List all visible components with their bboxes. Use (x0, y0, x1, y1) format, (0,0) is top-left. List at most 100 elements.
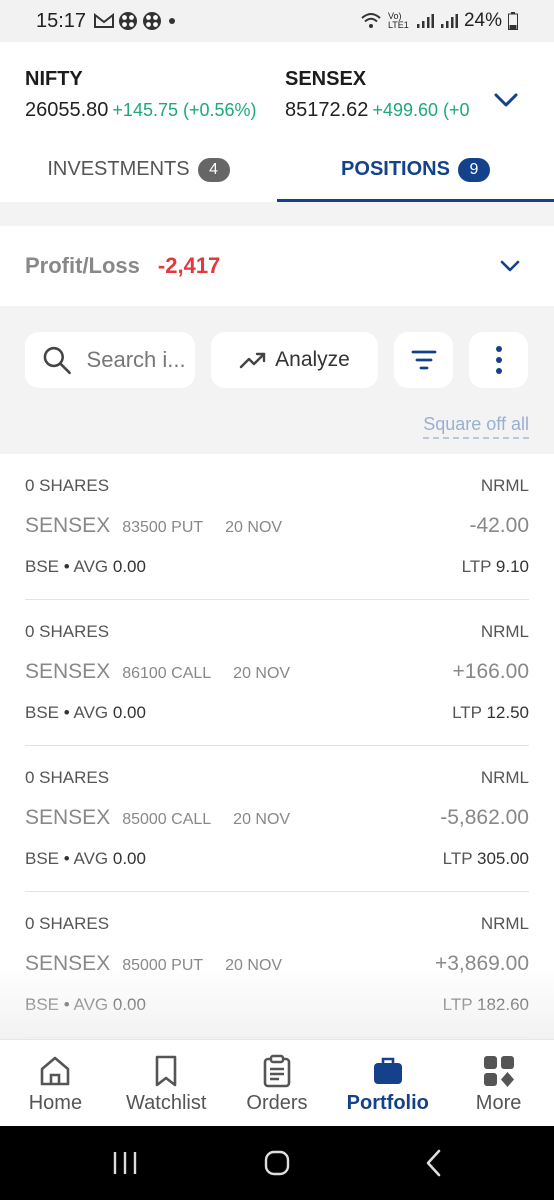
position-avg: 0.00 (112, 703, 146, 722)
nav-label: Orders (246, 1092, 308, 1114)
nav-label: Home (28, 1092, 83, 1114)
position-ltp: 182.60 (477, 995, 529, 1014)
back-icon[interactable] (420, 1148, 450, 1178)
position-expiry: 20 NOV (233, 665, 291, 682)
position-pnl: +166.00 (452, 660, 530, 683)
position-product: NRML (480, 914, 529, 933)
position-shares: 0 SHARES (25, 476, 110, 495)
trending-up-icon (239, 352, 266, 369)
position-ltp-label: LTP (442, 849, 473, 868)
position-exchange: BSE (25, 557, 60, 576)
nav-watchlist[interactable]: Watchlist (111, 1040, 222, 1126)
status-time: 15:17 (36, 9, 87, 32)
position-row[interactable]: 0 SHARES NRML SENSEX 83500 PUT 20 NOV -42.0… (25, 454, 529, 600)
more-vertical-icon (495, 346, 502, 374)
index-name: NIFTY (25, 68, 83, 90)
square-off-all-link[interactable]: Square off all (423, 414, 529, 439)
position-avg-label: AVG (73, 849, 109, 868)
wifi-icon (361, 13, 381, 28)
index-sensex[interactable]: SENSEX 85172.62+499.60 (+0.59%) (285, 68, 470, 122)
position-ltp: 305.00 (477, 849, 529, 868)
position-expiry: 20 NOV (225, 957, 283, 974)
nav-orders[interactable]: Orders (222, 1040, 333, 1126)
tab-count-badge: 9 (457, 157, 490, 182)
position-avg-label: AVG (73, 703, 109, 722)
search-input[interactable]: Search i... (25, 332, 195, 388)
status-right: Vo) LTE1 24% (360, 10, 518, 32)
tab-positions[interactable]: POSITIONS 9 (277, 137, 554, 202)
position-pnl: -5,862.00 (440, 806, 529, 829)
position-expiry: 20 NOV (233, 811, 291, 828)
position-symbol: SENSEX (25, 806, 111, 829)
status-bar: 15:17 Vo) LTE1 24% (0, 0, 554, 42)
more-options-button[interactable] (469, 332, 528, 388)
positions-toolbar: Search i... Analyze Square off all (0, 306, 554, 454)
position-shares: 0 SHARES (25, 622, 110, 641)
position-avg: 0.00 (112, 849, 146, 868)
position-expiry: 20 NOV (225, 519, 283, 536)
position-symbol: SENSEX (25, 952, 111, 975)
position-ltp-label: LTP (461, 557, 492, 576)
grid-icon (483, 1056, 514, 1087)
chevron-down-icon[interactable] (492, 86, 520, 114)
notification-icons (94, 11, 178, 31)
position-product: NRML (480, 768, 529, 787)
profit-loss-summary[interactable]: Profit/Loss -2,417 (0, 226, 554, 306)
tab-label: POSITIONS (341, 158, 450, 180)
index-name: SENSEX (285, 68, 367, 90)
battery-icon (508, 12, 518, 30)
analyze-button[interactable]: Analyze (211, 332, 378, 388)
position-avg: 0.00 (112, 557, 146, 576)
index-nifty[interactable]: NIFTY 26055.80 +145.75 (+0.56%) (25, 68, 257, 122)
clipboard-icon (263, 1054, 291, 1088)
battery-percent: 24% (463, 10, 502, 31)
index-value: 26055.80 (25, 99, 109, 121)
position-symbol: SENSEX (25, 660, 111, 683)
search-placeholder: Search i... (86, 347, 186, 372)
chevron-down-icon[interactable] (498, 254, 522, 278)
position-exchange: BSE (25, 703, 60, 722)
nav-label: Portfolio (346, 1092, 429, 1114)
app-notification-icon (119, 12, 138, 30)
position-ltp-label: LTP (442, 995, 473, 1014)
position-avg-label: AVG (73, 995, 109, 1014)
position-exchange: BSE (25, 995, 60, 1014)
bookmark-icon (155, 1055, 177, 1087)
position-symbol: SENSEX (25, 514, 111, 537)
position-shares: 0 SHARES (25, 768, 110, 787)
position-avg-label: AVG (73, 557, 109, 576)
position-product: NRML (480, 476, 529, 495)
nav-home[interactable]: Home (0, 1040, 111, 1126)
system-navigation-bar (0, 1126, 554, 1200)
position-strike: 85000 CALL (122, 811, 212, 828)
position-row[interactable]: 0 SHARES NRML SENSEX 86100 CALL 20 NOV +166… (25, 600, 529, 746)
tab-investments[interactable]: INVESTMENTS 4 (0, 137, 277, 202)
home-icon (41, 1056, 70, 1086)
recent-apps-icon[interactable] (110, 1148, 140, 1178)
app-notification-icon-2 (143, 12, 162, 30)
nav-label: Watchlist (126, 1092, 207, 1114)
filter-button[interactable] (394, 332, 453, 388)
search-icon (43, 346, 71, 375)
profit-loss-value: -2,417 (157, 253, 221, 278)
nav-portfolio[interactable]: Portfolio (332, 1040, 443, 1126)
index-change: +145.75 (+0.56%) (112, 100, 257, 120)
dot-icon (169, 18, 176, 24)
signal-icon (416, 14, 434, 28)
position-strike: 85000 PUT (122, 957, 204, 974)
portfolio-tabs: INVESTMENTS 4 POSITIONS 9 (0, 137, 554, 202)
home-circle-icon[interactable] (262, 1148, 292, 1178)
filter-icon (411, 350, 436, 370)
position-exchange: BSE (25, 849, 60, 868)
position-row[interactable]: 0 SHARES NRML SENSEX 85000 CALL 20 NOV -5,8… (25, 746, 529, 892)
index-change: +499.60 (+0.59%) (372, 100, 470, 120)
position-avg: 0.00 (112, 995, 146, 1014)
index-value: 85172.62 (285, 99, 369, 121)
tab-count-badge: 4 (197, 157, 230, 182)
nav-more[interactable]: More (443, 1040, 554, 1126)
position-row[interactable]: 0 SHARES NRML SENSEX 85000 PUT 20 NOV +3,86… (25, 892, 529, 1038)
network-label: Vo) LTE1 (387, 11, 409, 30)
portfolio-header: NIFTY 26055.80 +145.75 (+0.56%) SENSEX 85… (0, 42, 554, 202)
tab-label: INVESTMENTS (47, 158, 190, 180)
position-ltp: 12.50 (486, 703, 529, 722)
